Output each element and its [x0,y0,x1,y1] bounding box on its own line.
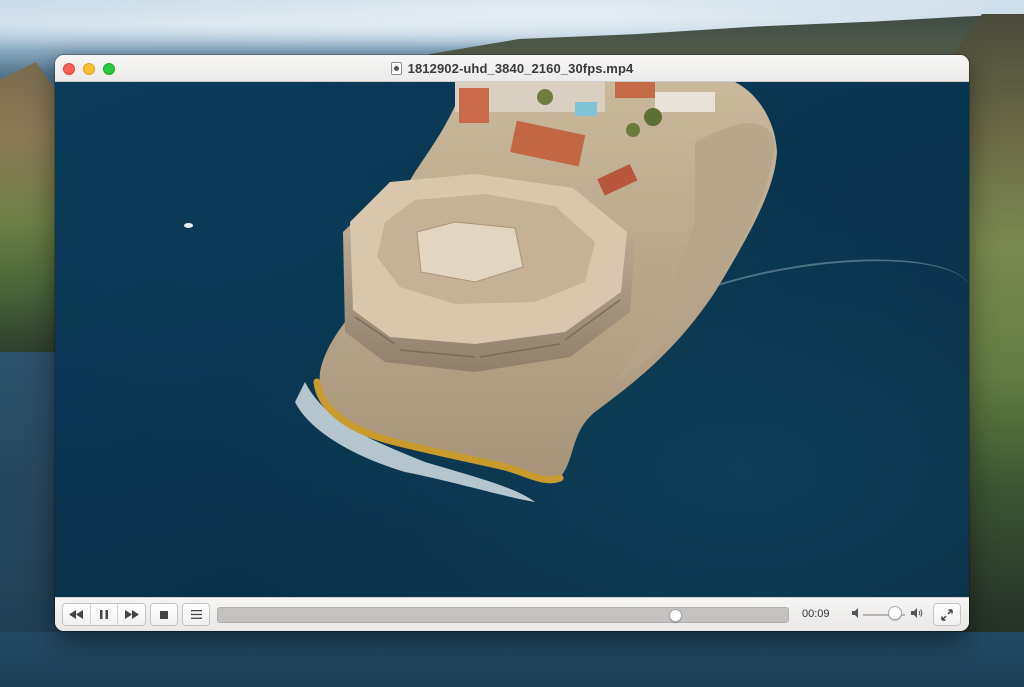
pause-button[interactable] [91,604,119,625]
title-bar[interactable]: 1812902-uhd_3840_2160_30fps.mp4 [55,55,969,82]
stop-button[interactable] [150,603,178,626]
fast-forward-button[interactable] [118,604,145,625]
fast-forward-icon [124,610,139,619]
video-file-icon [390,62,402,75]
volume-high-icon[interactable] [911,608,923,618]
fortress-island-image [295,82,777,502]
control-bar: 00:09 [55,597,969,631]
window-title-wrap: 1812902-uhd_3840_2160_30fps.mp4 [55,61,969,76]
playlist-icon [190,610,202,619]
video-player-window: 1812902-uhd_3840_2160_30fps.mp4 00:09 [55,55,969,631]
fullscreen-icon [941,608,953,621]
playlist-button[interactable] [182,603,210,626]
volume-slider-handle[interactable] [888,606,902,620]
video-frame[interactable] [55,82,969,597]
volume-low-icon[interactable] [852,608,861,618]
rewind-icon [69,610,84,619]
pause-icon [100,610,108,619]
window-title: 1812902-uhd_3840_2160_30fps.mp4 [407,61,634,76]
seek-bar[interactable] [217,607,789,623]
transport-button-group [62,603,146,626]
wallpaper-mountain-left [0,62,60,352]
seek-handle[interactable] [669,609,682,622]
rewind-button[interactable] [63,604,91,625]
wallpaper-sea [0,632,1024,687]
stop-icon [160,610,168,619]
fullscreen-button[interactable] [933,603,961,626]
elapsed-time: 00:09 [802,608,830,620]
